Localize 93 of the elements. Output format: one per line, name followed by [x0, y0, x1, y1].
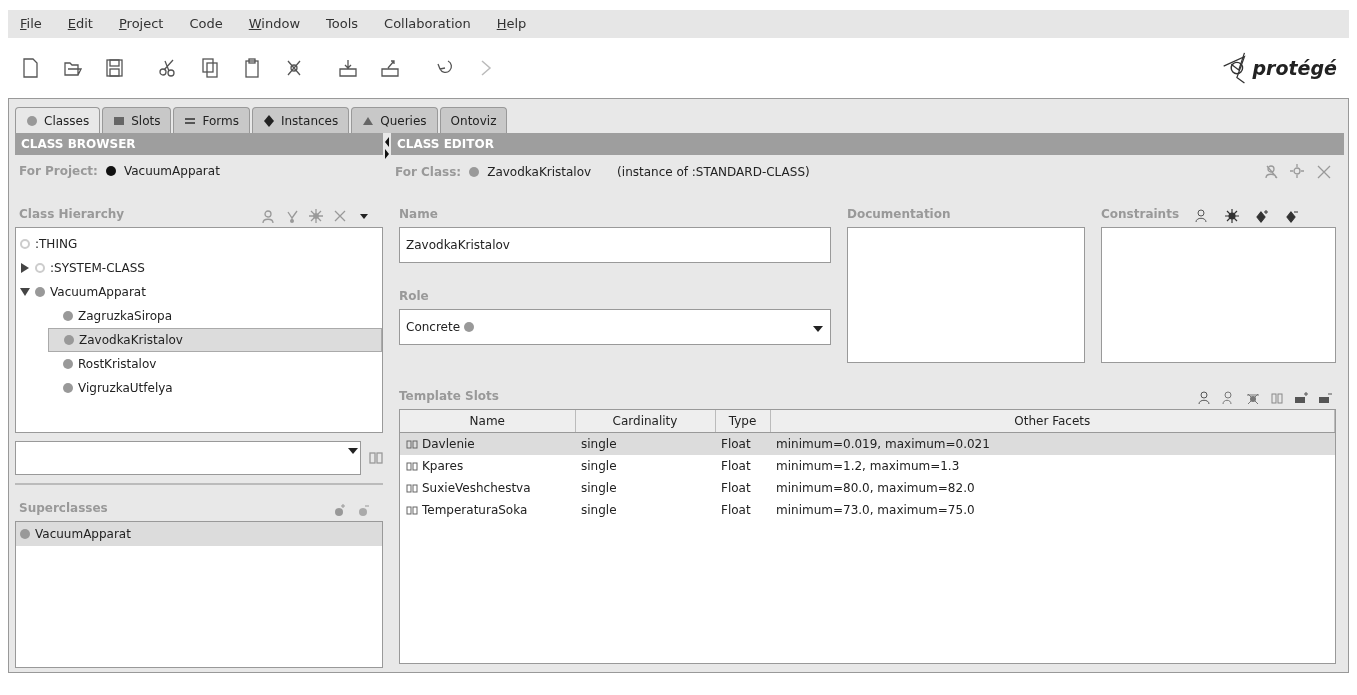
view-icon[interactable]	[1195, 209, 1210, 223]
project-name: VacuumApparat	[123, 163, 220, 180]
copy-icon[interactable]	[200, 57, 220, 79]
panel-header: CLASS BROWSER	[15, 133, 383, 155]
tab[interactable]: Queries	[351, 107, 438, 133]
slot-icon	[406, 460, 418, 472]
role-label: Role	[399, 288, 429, 305]
menu-item[interactable]: Window	[246, 14, 303, 34]
constraints-field[interactable]	[1101, 227, 1336, 363]
menu-item[interactable]: Code	[187, 14, 225, 34]
column-header[interactable]: Name	[400, 410, 575, 433]
superclasses-label: Superclasses	[19, 500, 108, 517]
tree-item[interactable]: RostKristalov	[48, 352, 382, 376]
tab[interactable]: Classes	[15, 107, 101, 133]
constraints-label: Constraints	[1101, 206, 1180, 223]
table-cell: single	[581, 437, 617, 451]
class-label: For Class:	[395, 164, 462, 181]
template-slots-label: Template Slots	[399, 388, 499, 405]
diamond-icon	[262, 114, 275, 127]
tree-item[interactable]: VigruzkaUtfelya	[48, 376, 382, 400]
tab[interactable]: Ontoviz	[439, 107, 508, 133]
column-header[interactable]: Other Facets	[770, 410, 1335, 433]
instance-of-text: (instance of :STANDARD-CLASS)	[617, 164, 810, 181]
menu-item[interactable]: Help	[494, 14, 529, 34]
paste-icon[interactable]	[242, 57, 262, 79]
role-dropdown[interactable]: Concrete	[399, 309, 831, 345]
class-icon	[469, 167, 480, 177]
slot-icon	[406, 438, 418, 450]
square-icon	[113, 114, 126, 127]
slot-icon	[406, 482, 418, 494]
tree-item[interactable]: VacuumApparat	[20, 280, 382, 304]
table-row[interactable]: SuxieVeshchestva single Float minimum=80.0, maximum=82.0	[400, 477, 1335, 499]
tree-item[interactable]: ZavodkaKristalov	[48, 328, 382, 352]
menu-item[interactable]: Project	[116, 14, 166, 34]
project-icon	[105, 166, 116, 176]
tab[interactable]: Slots	[102, 107, 172, 133]
new-file-icon[interactable]	[20, 57, 40, 79]
documentation-field[interactable]	[847, 227, 1085, 363]
table-cell: minimum=80.0, maximum=82.0	[776, 481, 975, 495]
cut-icon[interactable]	[158, 57, 178, 79]
table-cell: Float	[721, 481, 751, 495]
search-field[interactable]	[15, 441, 361, 475]
tree-item[interactable]: :THING	[20, 232, 382, 256]
list-item[interactable]: VacuumApparat	[16, 522, 382, 546]
table-cell: minimum=73.0, maximum=75.0	[776, 503, 975, 517]
menu-item[interactable]: File	[18, 14, 44, 34]
slot-icon	[406, 504, 418, 516]
table-row[interactable]: Kpares single Float minimum=1.2, maximum=1.3	[400, 455, 1335, 477]
add-constraint-icon[interactable]	[1255, 209, 1270, 223]
logo-icon	[1220, 51, 1249, 85]
circle-icon	[26, 114, 38, 127]
column-header[interactable]: Type	[715, 410, 770, 433]
class-name: ZavodkaKristalov	[487, 164, 592, 181]
export-icon[interactable]	[380, 57, 400, 79]
remove-constraint-icon[interactable]	[1285, 209, 1300, 223]
view-icon[interactable]	[1198, 391, 1212, 405]
collapse-arrow-icon[interactable]	[20, 286, 30, 297]
menu-item[interactable]: Tools	[324, 14, 361, 34]
project-label: For Project:	[19, 163, 98, 180]
table-cell: single	[581, 459, 617, 473]
table-cell: single	[581, 481, 617, 495]
concrete-icon	[464, 322, 475, 332]
table-row[interactable]: TemperaturaSoka single Float minimum=73.0, maximum=75.0	[400, 499, 1335, 521]
name-label: Name	[399, 206, 438, 223]
table-cell: Float	[721, 503, 751, 517]
splitter-arrows-icon[interactable]	[384, 137, 390, 159]
table-cell: single	[581, 503, 617, 517]
tab[interactable]: Instances	[251, 107, 350, 133]
table-cell-text: Kpares	[422, 458, 464, 475]
menu-item[interactable]: Collaboration	[382, 14, 473, 34]
table-cell: Float	[721, 437, 751, 451]
name-field[interactable]: ZavodkaKristalov	[399, 227, 831, 263]
table-cell: minimum=1.2, maximum=1.3	[776, 459, 960, 473]
table-cell: Float	[721, 459, 751, 473]
tree-item[interactable]: :SYSTEM-CLASS	[20, 256, 382, 280]
tab[interactable]: Forms	[173, 107, 250, 133]
hierarchy-label: Class Hierarchy	[19, 206, 125, 223]
save-icon[interactable]	[104, 57, 124, 79]
column-header[interactable]: Cardinality	[575, 410, 715, 433]
add-slot-icon[interactable]	[1294, 391, 1308, 405]
table-cell-text: TemperaturaSoka	[422, 502, 528, 519]
tree-item[interactable]: ZagruzkaSiropa	[48, 304, 382, 328]
import-icon[interactable]	[338, 57, 358, 79]
logo-text: protégé	[1252, 55, 1337, 81]
table-cell-text: SuxieVeshchestva	[422, 480, 531, 497]
expand-arrow-icon[interactable]	[20, 262, 30, 273]
panel-header: CLASS EDITOR	[391, 133, 1344, 155]
table-cell: minimum=0.019, maximum=0.021	[776, 437, 990, 451]
menu-item[interactable]: Edit	[65, 14, 95, 34]
documentation-label: Documentation	[847, 206, 951, 223]
table-cell-text: Davlenie	[422, 436, 475, 453]
remove-slot-icon[interactable]	[1318, 391, 1332, 405]
class-icon	[20, 529, 30, 539]
